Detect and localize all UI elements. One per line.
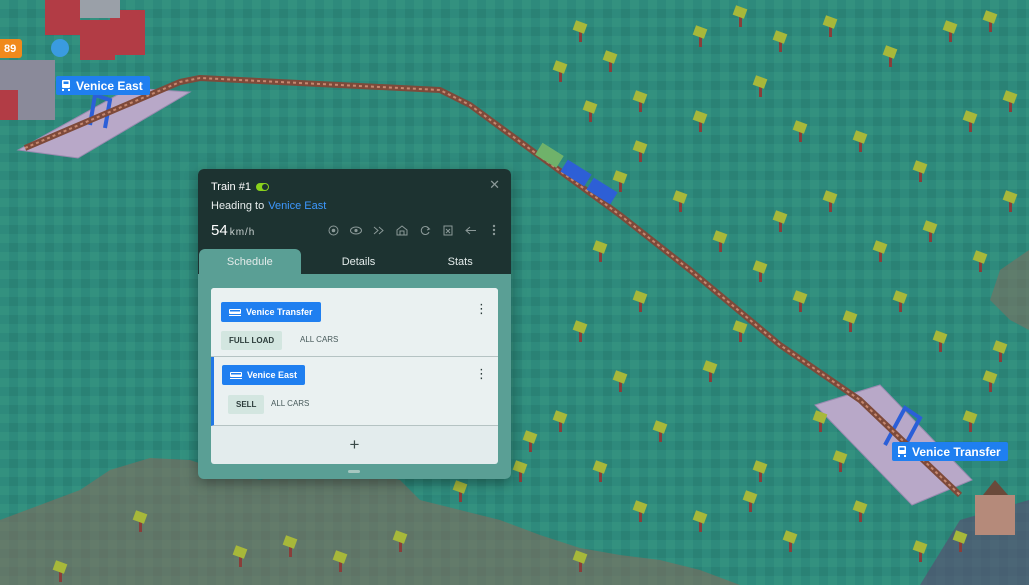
heading-prefix: Heading to — [211, 200, 265, 212]
close-button[interactable]: ✕ — [489, 177, 500, 193]
train-icon — [230, 372, 242, 379]
add-stop-button[interactable]: + — [211, 426, 498, 464]
train-toolbar — [326, 223, 501, 237]
station-label-text: Venice Transfer — [912, 444, 1001, 459]
station-label-text: Venice East — [76, 78, 143, 93]
tab-details[interactable]: Details — [308, 249, 410, 274]
eye-icon[interactable] — [349, 223, 363, 237]
stop-station-button[interactable]: Venice East — [222, 365, 306, 385]
heading-line: Heading to Venice East — [211, 200, 326, 212]
reverse-icon[interactable] — [464, 223, 478, 237]
train-info-panel: Train #1 ✕ Heading to Venice East 54 km/h … — [198, 169, 511, 479]
clipboard-icon[interactable] — [441, 223, 455, 237]
target-icon[interactable] — [326, 223, 340, 237]
station-label-venice-transfer[interactable]: Venice Transfer — [892, 442, 1008, 461]
schedule-stop-selected: Venice East ⋮ SELL ALL CARS — [211, 357, 498, 426]
fast-forward-icon[interactable] — [372, 223, 386, 237]
schedule-stop: Venice Transfer ⋮ FULL LOAD ALL CARS — [211, 288, 498, 357]
train-icon — [229, 309, 241, 316]
station-icon — [62, 80, 70, 91]
train-name: Train #1 — [211, 181, 251, 193]
stop-cars-filter[interactable]: ALL CARS — [271, 399, 309, 408]
tab-schedule[interactable]: Schedule — [199, 249, 301, 274]
panel-header: Train #1 ✕ Heading to Venice East 54 km/h — [198, 169, 511, 249]
more-icon[interactable] — [487, 223, 501, 237]
stop-station-name: Venice Transfer — [246, 307, 313, 317]
panel-resize-handle[interactable] — [348, 470, 360, 473]
train-title: Train #1 — [211, 181, 269, 193]
speed-value: 54 — [211, 222, 228, 239]
train-active-toggle[interactable] — [255, 183, 269, 191]
station-label-venice-east[interactable]: Venice East — [56, 76, 150, 95]
town-population-badge[interactable]: 89 — [0, 39, 23, 58]
stop-station-name: Venice East — [247, 370, 298, 380]
depot-icon[interactable] — [395, 223, 409, 237]
heading-destination-link[interactable]: Venice East — [268, 200, 326, 212]
stop-action-pill[interactable]: FULL LOAD — [221, 331, 283, 350]
schedule-list: Venice Transfer ⋮ FULL LOAD ALL CARS Ven… — [211, 288, 498, 464]
station-icon — [898, 446, 906, 457]
refresh-icon[interactable] — [418, 223, 432, 237]
speed-unit: km/h — [229, 227, 256, 238]
stop-cars-filter[interactable]: ALL CARS — [300, 335, 338, 344]
stop-action-pill[interactable]: SELL — [228, 395, 265, 414]
speed-readout: 54 km/h — [211, 222, 255, 239]
game-world-map[interactable] — [0, 0, 1029, 585]
tab-stats[interactable]: Stats — [409, 249, 511, 274]
stop-menu-icon[interactable]: ⋮ — [475, 367, 488, 380]
stop-menu-icon[interactable]: ⋮ — [475, 302, 488, 315]
stop-station-button[interactable]: Venice Transfer — [221, 302, 321, 322]
panel-tabs: Schedule Details Stats — [198, 249, 511, 274]
